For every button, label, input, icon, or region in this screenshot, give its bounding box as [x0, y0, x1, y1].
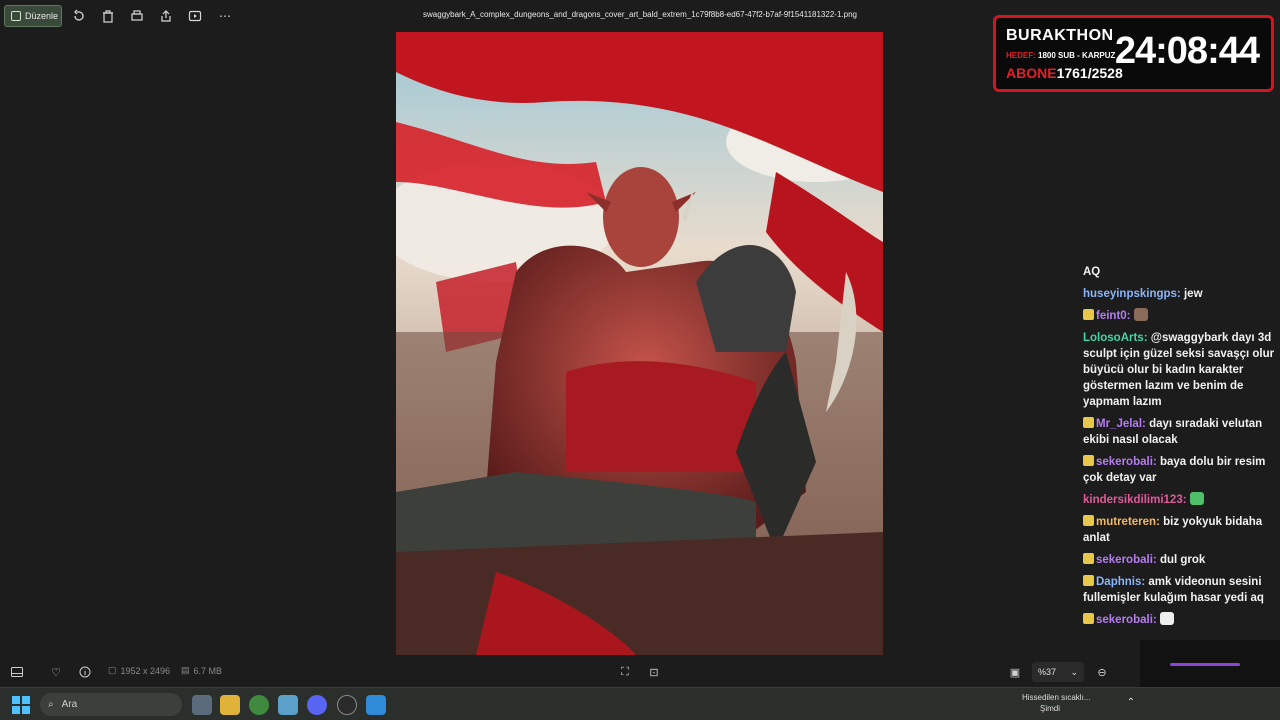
sub-badge-icon [1083, 613, 1094, 624]
weather-text: Hissedilen sıcaklı... [1022, 693, 1091, 702]
chat-message: AQ [1083, 264, 1275, 280]
file-size-icon: ▤ [181, 665, 190, 675]
chevron-up-icon[interactable]: ⌃ [1124, 697, 1138, 711]
emote-icon [1189, 492, 1204, 505]
overlay-subscribers: ABONE1761/2528 [1006, 65, 1123, 81]
sub-badge-icon [1083, 553, 1094, 564]
chrome-icon[interactable] [249, 695, 269, 715]
sub-badge-icon [1083, 417, 1094, 428]
info-icon[interactable] [78, 665, 92, 679]
dimensions-icon: ▢ [108, 665, 117, 675]
chat-text: AQ [1083, 266, 1101, 278]
chat-username[interactable]: kindersikdilimi123: [1083, 494, 1187, 506]
chevron-down-icon: ⌄ [1070, 666, 1078, 677]
zoom-dropdown[interactable]: %37 ⌄ [1032, 662, 1084, 682]
status-bar: ♡ ▢ 1952 x 2496 ▤ 6.7 MB ⛶ ⊡ ▣ ⊖ [0, 658, 1280, 686]
chat-username[interactable]: sekerobali: [1096, 456, 1157, 468]
discord-icon[interactable] [307, 695, 327, 715]
display-mode-icon[interactable]: ▣ [1008, 665, 1022, 679]
slideshow-icon[interactable] [187, 8, 203, 24]
image-dimensions: ▢ 1952 x 2496 [108, 665, 170, 676]
overlay-sub-prefix: ABONE [1006, 65, 1057, 81]
chat-message: sekerobali: [1083, 612, 1275, 628]
emote-icon [1159, 612, 1174, 625]
chat-username[interactable]: mutreteren: [1096, 516, 1160, 528]
edit-button[interactable]: Düzenle [4, 5, 62, 27]
chat-message: Mr_Jelal: dayı sıradaki velutan ekibi na… [1083, 416, 1275, 448]
sub-badge-icon [1083, 455, 1094, 466]
filmstrip-icon[interactable] [10, 665, 24, 679]
displayed-image [396, 32, 883, 655]
chat-message: mutreteren: biz yokyuk bidaha anlat [1083, 514, 1275, 546]
taskbar-search[interactable]: ⌕ Ara [40, 693, 182, 716]
overlay-target: HEDEF: 1800 SUB - KARPUZ [1006, 51, 1115, 60]
chat-message: huseyinpskingps: jew [1083, 286, 1275, 302]
cam-progress-bar [1170, 663, 1240, 666]
edit-icon [11, 11, 21, 21]
task-view-icon[interactable] [192, 695, 212, 715]
file-name: swaggybark_A_complex_dungeons_and_dragon… [423, 10, 857, 19]
obs-icon[interactable] [337, 695, 357, 715]
share-icon[interactable] [158, 8, 174, 24]
search-placeholder: Ara [61, 699, 78, 710]
overlay-timer: 24:08:44 [1114, 30, 1260, 72]
print-icon[interactable] [129, 8, 145, 24]
chat-username[interactable]: LolosoArts: [1083, 332, 1148, 344]
emote-icon [1133, 308, 1148, 321]
chat-username[interactable]: sekerobali: [1096, 554, 1157, 566]
overlay-sub-count: 1761/2528 [1056, 65, 1123, 81]
file-explorer-icon[interactable] [220, 695, 240, 715]
sub-badge-icon [1083, 575, 1094, 586]
overlay-target-text: 1800 SUB - KARPUZ [1038, 51, 1116, 60]
weather-time: Şimdi [1040, 704, 1061, 713]
chat-message: Daphnis: amk videonun sesini fullemişler… [1083, 574, 1275, 606]
sub-badge-icon [1083, 515, 1094, 526]
file-size-text: 6.7 MB [193, 665, 223, 676]
zoom-value: %37 [1038, 667, 1057, 677]
chat-username[interactable]: Mr_Jelal: [1096, 418, 1146, 430]
chat-text: dul grok [1159, 554, 1206, 566]
chat-username[interactable]: Daphnis: [1096, 576, 1145, 588]
chat-text: jew [1183, 288, 1203, 300]
delete-icon[interactable] [100, 8, 116, 24]
image-viewer[interactable] [396, 32, 883, 655]
chat-username[interactable]: huseyinpskingps: [1083, 288, 1181, 300]
actual-size-icon[interactable]: ⊡ [647, 665, 661, 679]
windows-start-icon[interactable] [12, 696, 30, 714]
file-size: ▤ 6.7 MB [181, 665, 222, 676]
edit-button-label: Düzenle [25, 11, 59, 21]
chat-username[interactable]: feint0: [1096, 310, 1131, 322]
sub-badge-icon [1083, 309, 1094, 320]
overlay-title: BURAKTHON [1006, 27, 1114, 44]
chat-message: sekerobali: baya dolu bir resim çok deta… [1083, 454, 1275, 486]
fit-to-window-icon[interactable]: ⛶ [618, 665, 632, 679]
overlay-target-prefix: HEDEF: [1006, 51, 1036, 60]
chat-panel: AQ huseyinpskingps: jew feint0: LolosoArts… [1083, 264, 1275, 634]
chat-message: feint0: [1083, 308, 1275, 324]
chat-message: sekerobali: dul grok [1083, 552, 1275, 568]
favorite-icon[interactable]: ♡ [49, 665, 63, 679]
chat-message: kindersikdilimi123: [1083, 492, 1275, 508]
photos-icon[interactable] [366, 695, 386, 715]
more-icon[interactable]: ⋯ [217, 8, 233, 24]
dimensions-text: 1952 x 2496 [120, 665, 171, 676]
search-icon: ⌕ [48, 699, 54, 710]
taskbar: ⌕ Ara Hissedilen sıcaklı... Şimdi ⌃ [0, 687, 1280, 720]
rotate-icon[interactable] [71, 8, 87, 24]
chat-message: LolosoArts: @swaggybark dayı 3d sculpt i… [1083, 330, 1275, 410]
stream-overlay: BURAKTHON HEDEF: 1800 SUB - KARPUZ ABONE… [993, 15, 1274, 92]
weather-widget[interactable]: Hissedilen sıcaklı... Şimdi [1022, 692, 1090, 714]
zoom-out-icon[interactable]: ⊖ [1095, 665, 1109, 679]
chat-username[interactable]: sekerobali: [1096, 614, 1157, 626]
app-icon[interactable] [278, 695, 298, 715]
